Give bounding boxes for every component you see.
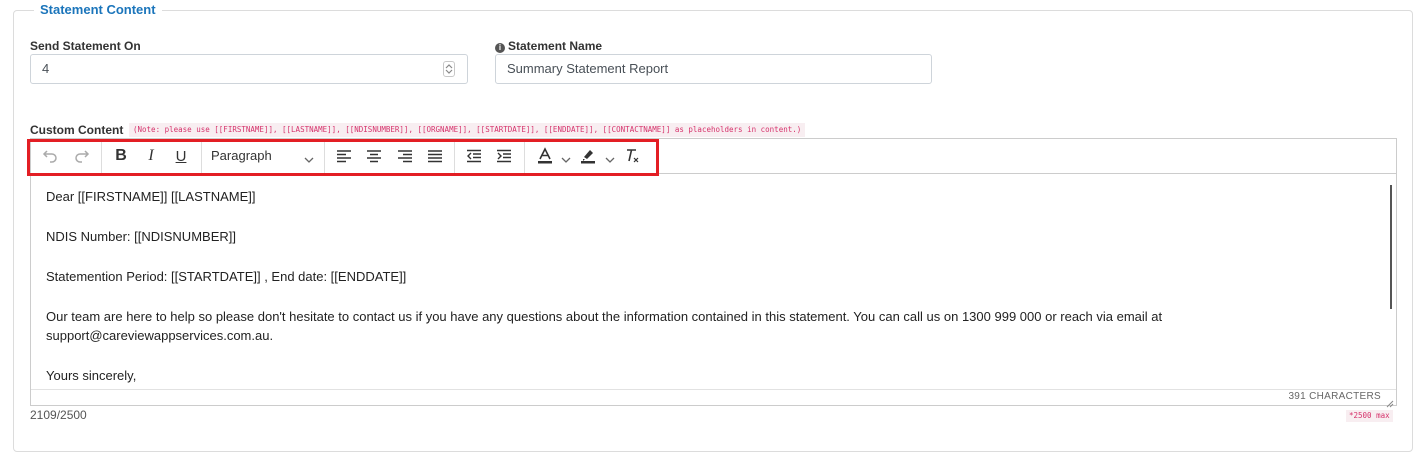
custom-content-label: Custom Content xyxy=(30,123,124,137)
send-statement-on-value: 4 xyxy=(42,61,50,76)
indent-group xyxy=(454,139,525,173)
undo-icon[interactable] xyxy=(39,146,61,166)
chevron-down-icon[interactable] xyxy=(605,151,615,169)
chevron-down-icon xyxy=(304,151,314,169)
content-paragraph: Yours sincerely, xyxy=(46,368,137,383)
rich-text-editor[interactable]: B I U Paragraph Dear [[FIRSTNAME]] [[LAS… xyxy=(30,138,1397,408)
statement-name-label-wrap: i Statement Name xyxy=(495,39,602,53)
content-length-counter: 2109/2500 xyxy=(30,408,87,422)
info-circle-icon: i xyxy=(495,43,505,53)
underline-icon[interactable]: U xyxy=(170,146,192,166)
indent-icon[interactable] xyxy=(493,146,515,166)
redo-icon[interactable] xyxy=(71,146,93,166)
bold-icon[interactable]: B xyxy=(110,146,132,166)
statement-name-value: Summary Statement Report xyxy=(507,61,669,76)
align-left-icon[interactable] xyxy=(333,146,355,166)
content-paragraph: NDIS Number: [[NDISNUMBER]] xyxy=(46,229,236,244)
history-group xyxy=(31,139,102,173)
max-length-note: *2500 max xyxy=(1346,410,1393,422)
send-statement-on-label: Send Statement On xyxy=(30,39,141,53)
send-statement-on-input[interactable]: 4 xyxy=(30,54,468,84)
placeholders-note: (Note: please use [[FIRSTNAME]], [[LASTN… xyxy=(129,123,806,137)
color-group xyxy=(524,139,659,173)
block-format-value: Paragraph xyxy=(211,148,272,163)
editor-toolbar: B I U Paragraph xyxy=(31,139,1396,174)
statement-name-input[interactable]: Summary Statement Report xyxy=(495,54,932,84)
block-format-dropdown[interactable]: Paragraph xyxy=(201,139,325,173)
align-center-icon[interactable] xyxy=(363,146,385,166)
content-paragraph: Our team are here to help so please don'… xyxy=(46,309,1163,343)
content-paragraph: Dear [[FIRSTNAME]] [[LASTNAME]] xyxy=(46,189,256,204)
align-right-icon[interactable] xyxy=(394,146,416,166)
chevron-down-icon[interactable] xyxy=(561,151,571,169)
editor-scrollbar[interactable] xyxy=(1390,185,1392,309)
text-color-icon[interactable] xyxy=(534,146,556,166)
editor-content[interactable]: Dear [[FIRSTNAME]] [[LASTNAME]] NDIS Num… xyxy=(46,187,1366,406)
number-spinner[interactable] xyxy=(443,61,455,77)
outdent-icon[interactable] xyxy=(463,146,485,166)
highlight-color-icon[interactable] xyxy=(577,146,599,166)
align-justify-icon[interactable] xyxy=(424,146,446,166)
format-group: B I U xyxy=(101,139,202,173)
editor-statusbar: 391 CHARACTERS xyxy=(31,389,1396,408)
content-paragraph: Statemention Period: [[STARTDATE]] , End… xyxy=(46,269,407,284)
clear-formatting-icon[interactable] xyxy=(621,146,643,166)
alignment-group xyxy=(324,139,455,173)
character-count: 391 CHARACTERS xyxy=(1288,391,1381,402)
section-title: Statement Content xyxy=(34,2,162,17)
italic-icon[interactable]: I xyxy=(140,146,162,166)
statement-name-label: Statement Name xyxy=(508,39,603,53)
